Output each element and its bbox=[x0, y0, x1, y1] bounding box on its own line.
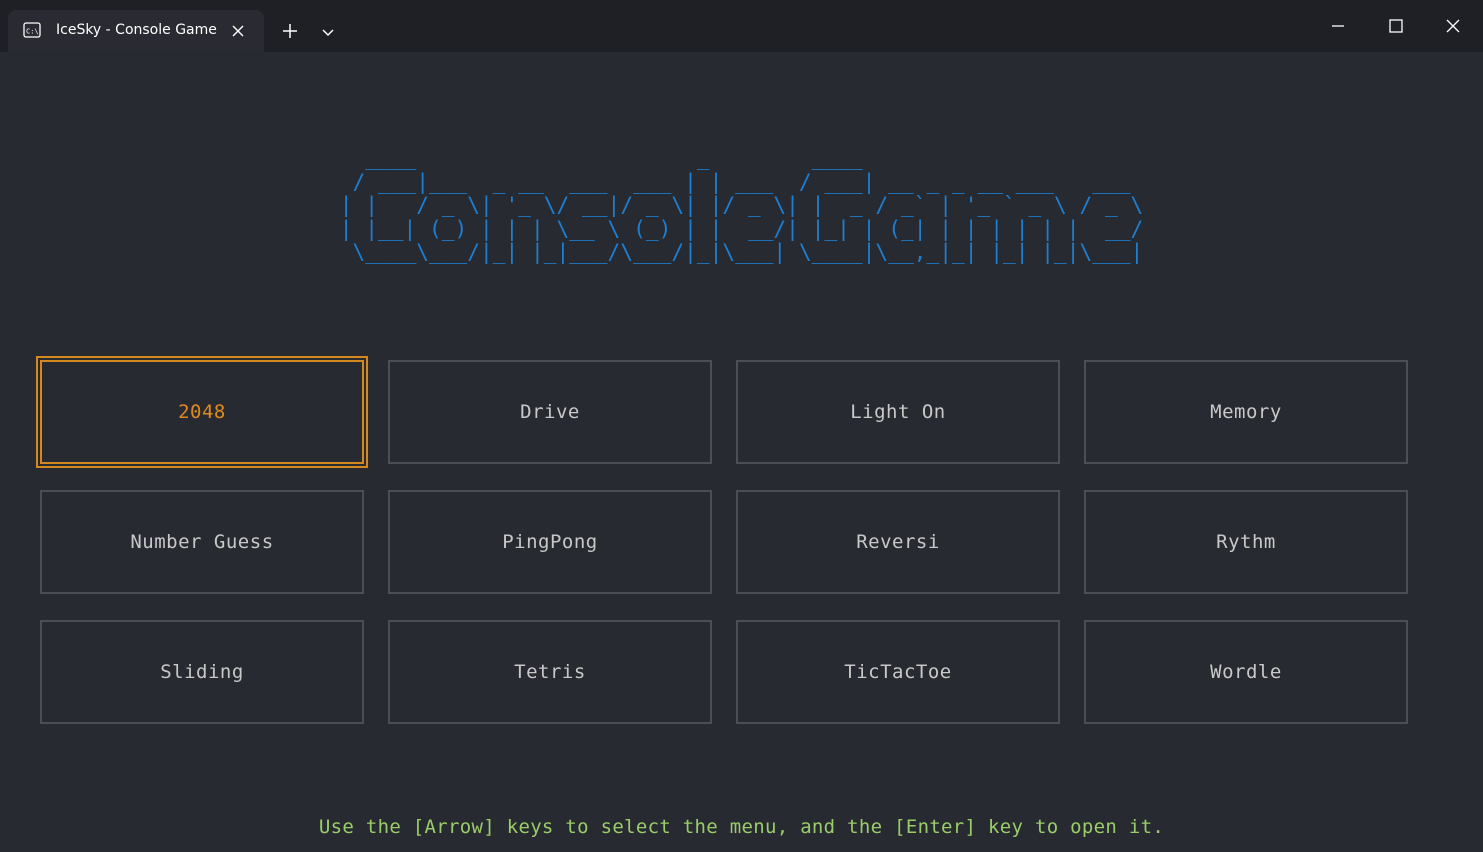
menu-item-wordle[interactable]: Wordle bbox=[1084, 620, 1408, 724]
plus-icon[interactable] bbox=[280, 21, 300, 41]
terminal-icon: C:\ bbox=[23, 22, 41, 38]
chevron-down-icon[interactable] bbox=[320, 24, 336, 40]
svg-text:C:\: C:\ bbox=[26, 28, 39, 36]
tab-title: IceSky - Console Game bbox=[56, 22, 217, 38]
instruction-text: Use the [Arrow] keys to select the menu,… bbox=[318, 816, 1165, 838]
menu-item-rythm[interactable]: Rythm bbox=[1084, 490, 1408, 594]
menu-item-sliding[interactable]: Sliding bbox=[40, 620, 364, 724]
menu-item-drive[interactable]: Drive bbox=[388, 360, 712, 464]
menu-item-light-on[interactable]: Light On bbox=[736, 360, 1060, 464]
close-icon[interactable] bbox=[1441, 14, 1465, 38]
maximize-icon[interactable] bbox=[1384, 14, 1408, 38]
menu-item-tetris[interactable]: Tetris bbox=[388, 620, 712, 724]
tab-console-game[interactable]: C:\ IceSky - Console Game bbox=[8, 10, 264, 52]
menu-item-number-guess[interactable]: Number Guess bbox=[40, 490, 364, 594]
close-icon[interactable] bbox=[230, 23, 246, 39]
menu-item-2048[interactable]: 2048 bbox=[36, 356, 368, 468]
menu-item-pingpong[interactable]: PingPong bbox=[388, 490, 712, 594]
title-bar: C:\ IceSky - Console Game bbox=[0, 0, 1483, 52]
menu-item-tictactoe[interactable]: TicTacToe bbox=[736, 620, 1060, 724]
minimize-icon[interactable] bbox=[1326, 14, 1350, 38]
menu-item-memory[interactable]: Memory bbox=[1084, 360, 1408, 464]
menu-item-reversi[interactable]: Reversi bbox=[736, 490, 1060, 594]
terminal-window: C:\ IceSky - Console Game ____ _ ____ / … bbox=[0, 0, 1483, 852]
console-game-banner: ____ _ ____ / ___|___ _ __ ___ ___ | | _… bbox=[339, 146, 1144, 264]
